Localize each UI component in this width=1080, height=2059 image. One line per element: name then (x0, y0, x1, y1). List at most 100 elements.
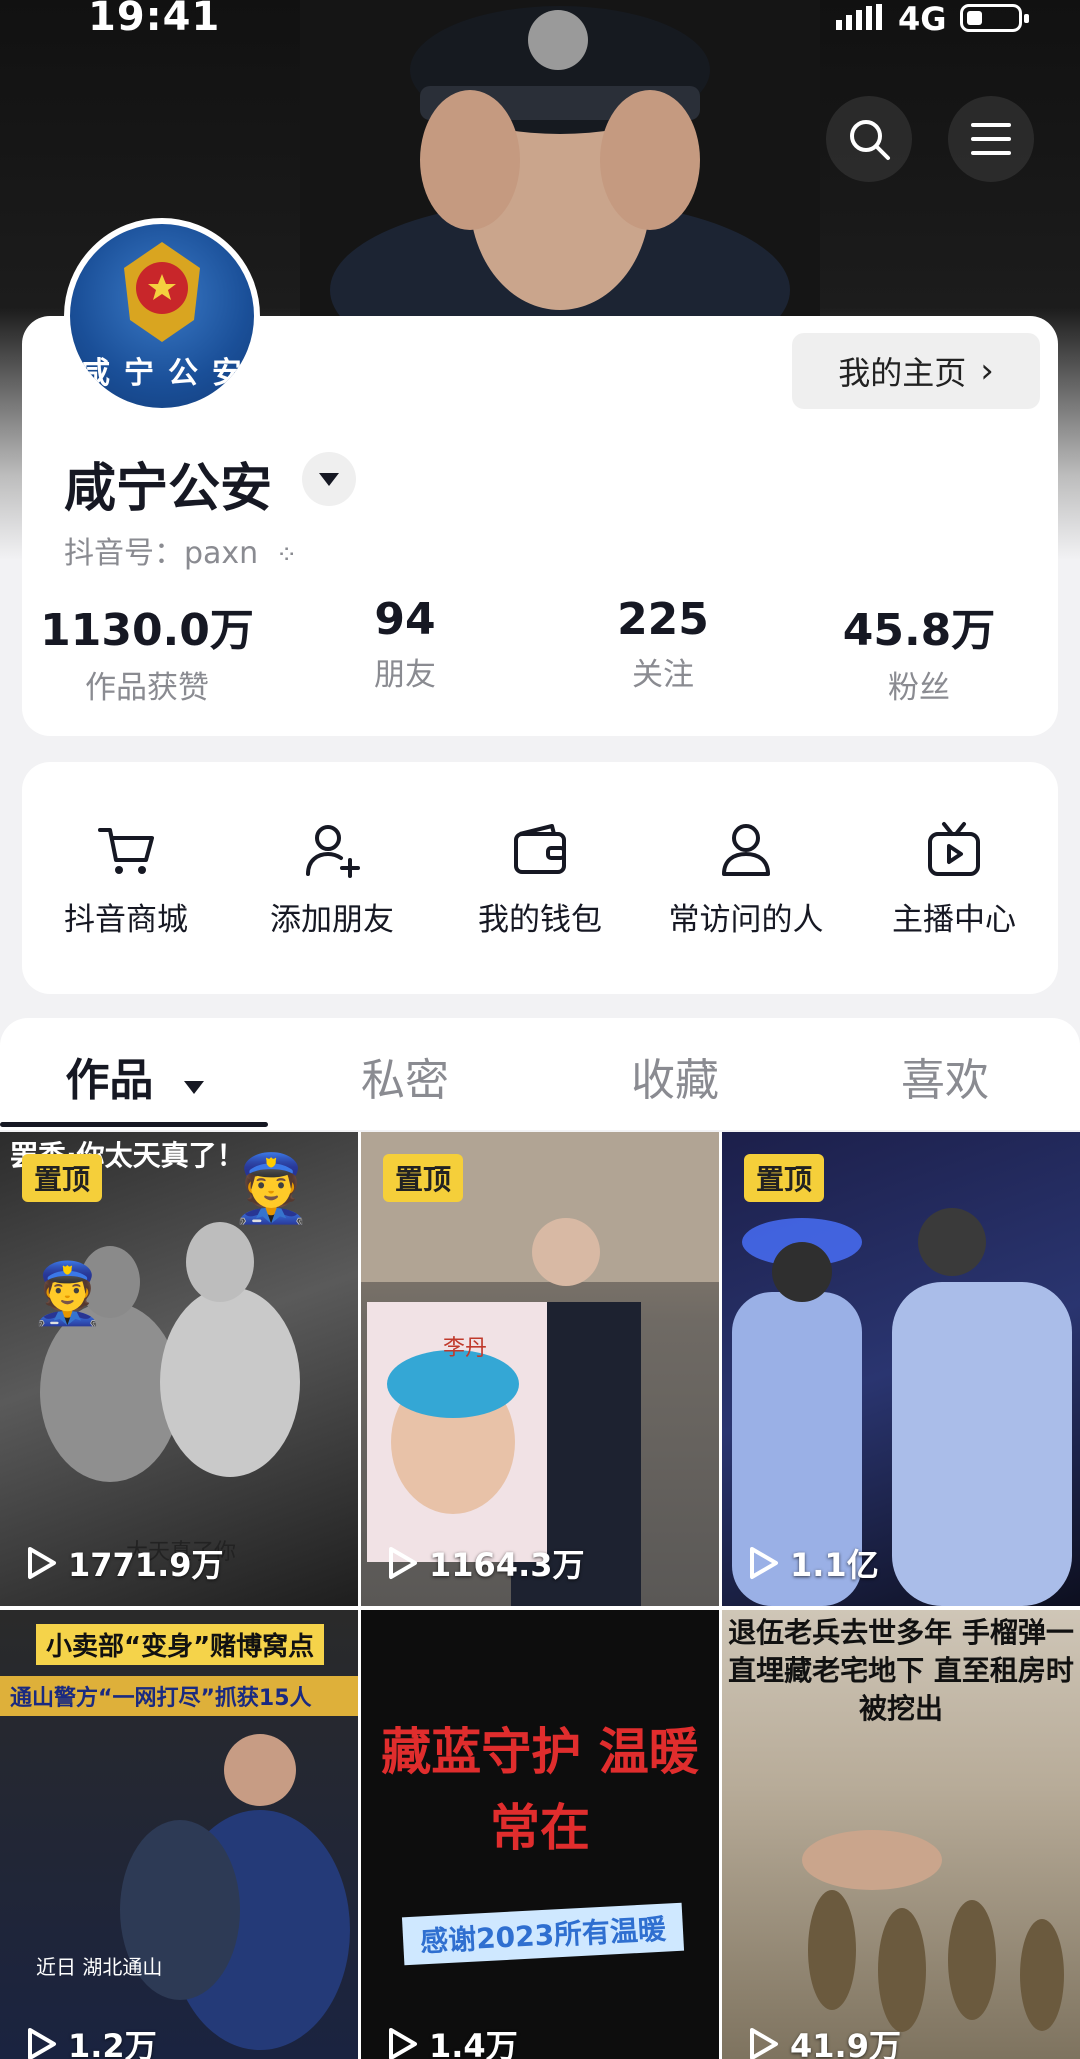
action-label: 我的钱包 (478, 902, 602, 938)
action-mall[interactable]: 抖音商城 (26, 818, 226, 939)
view-count-text: 41.9万 (790, 2027, 901, 2059)
menu-icon (971, 123, 1011, 155)
stat-value: 45.8万 (842, 605, 996, 656)
stat-value: 225 (617, 594, 709, 645)
action-frequent-visitors[interactable]: 常访问的人 (646, 818, 846, 939)
action-add-friend[interactable]: 添加朋友 (232, 818, 432, 939)
stat-following[interactable]: 225 关注 (548, 594, 778, 694)
stat-likes[interactable]: 1130.0万 作品获赞 (32, 594, 262, 707)
play-icon (750, 2028, 778, 2059)
triangle-down-icon (183, 1081, 204, 1094)
view-count-text: 1771.9万 (68, 1546, 224, 1584)
cart-icon (98, 828, 154, 874)
action-label: 抖音商城 (64, 902, 188, 938)
stat-label: 作品获赞 (85, 670, 209, 706)
avatar[interactable]: 咸宁公安 (64, 218, 260, 414)
stat-label: 关注 (632, 657, 694, 693)
video-tile[interactable]: 藏蓝守护 温暖常在 感谢2023所有温暖 1.4万 (361, 1610, 719, 2059)
video-thumbnail (120, 1734, 350, 2050)
add-friend-icon (306, 825, 360, 878)
wallet-icon (514, 824, 566, 874)
search-button[interactable] (826, 96, 912, 182)
video-tile[interactable]: 退伍老兵去世多年 手榴弹一直埋藏老宅地下 直至租房时被挖出 41.9万 (722, 1610, 1080, 2059)
signal-icon (836, 4, 882, 30)
tab-favorites[interactable]: 收藏 (540, 1044, 810, 1108)
view-count: 1164.3万 (387, 1540, 585, 1586)
view-count: 41.9万 (748, 2021, 901, 2059)
stat-value: 1130.0万 (40, 605, 254, 656)
video-thumbnail (802, 1830, 1064, 2032)
video-tile[interactable]: 小卖部“变身”赌博窝点 通山警方“一网打尽”抓获15人 近日 湖北通山 1.2万 (0, 1610, 358, 2059)
avatar-text: 咸宁公安 (80, 356, 256, 391)
stat-label: 粉丝 (888, 670, 950, 706)
douyin-id: 抖音号：paxn ⁘ (64, 528, 298, 572)
live-tv-icon (928, 822, 980, 876)
profile-screen: 19:41 4G 咸宁公安 我的主页 › 咸宁公安 抖音号：paxn ⁘ 113… (0, 0, 1080, 2059)
stat-value: 94 (374, 594, 436, 645)
view-count-text: 1.2万 (68, 2027, 157, 2059)
action-label: 添加朋友 (270, 902, 394, 938)
triangle-down-icon (319, 473, 339, 486)
battery-icon (960, 4, 1029, 32)
police-emoji-icon: 👮 (230, 1150, 313, 1227)
pinned-badge: 置顶 (383, 1154, 464, 1202)
action-label: 常访问的人 (668, 902, 824, 938)
tab-label: 收藏 (631, 1055, 719, 1106)
tab-label: 喜欢 (901, 1055, 989, 1106)
video-grid: 罢秀·你太天真了！ 👮 👮 置顶 大天真了你 1771.9万 置顶 李丹 116… (0, 1132, 1080, 2059)
menu-button[interactable] (948, 96, 1034, 182)
video-caption: 近日 湖北通山 (36, 1955, 163, 1979)
video-caption: 李丹 (443, 1336, 488, 1361)
play-icon (389, 1547, 417, 1579)
network-type: 4G (898, 0, 947, 38)
play-icon (28, 2028, 56, 2059)
action-wallet[interactable]: 我的钱包 (440, 818, 640, 939)
video-tile[interactable]: 置顶 1.1亿 (722, 1132, 1080, 1606)
play-icon (750, 1547, 778, 1579)
quick-actions: 抖音商城 添加朋友 我的钱包 常访问的人 主播中心 (22, 762, 1058, 994)
status-time: 19:41 (88, 0, 221, 40)
view-count: 1771.9万 (26, 1540, 224, 1586)
person-icon (722, 824, 770, 876)
video-thumbnail (361, 1132, 719, 1606)
play-icon (28, 1547, 56, 1579)
pinned-badge: 置顶 (22, 1154, 103, 1202)
video-thumbnail (732, 1208, 1072, 1606)
video-title: 藏蓝守护 温暖常在 (381, 1722, 699, 1857)
video-tile[interactable]: 置顶 李丹 1164.3万 (361, 1132, 719, 1606)
stat-label: 朋友 (374, 657, 436, 693)
view-count: 1.2万 (26, 2021, 157, 2059)
profile-stats: 1130.0万 作品获赞 94 朋友 225 关注 45.8万 粉丝 (22, 594, 1058, 714)
status-bar: 19:41 4G (0, 0, 1080, 40)
view-count-text: 1.1亿 (790, 1546, 879, 1584)
video-subtitle: 感谢2023所有温暖 (401, 1902, 685, 1966)
pinned-badge: 置顶 (744, 1154, 825, 1202)
action-streamer-center[interactable]: 主播中心 (854, 818, 1054, 939)
tab-label: 私密 (361, 1055, 449, 1106)
police-emoji-icon: 👮 (30, 1259, 105, 1329)
chevron-right-icon: › (980, 351, 994, 391)
my-home-label: 我的主页 (838, 354, 967, 392)
account-switch-button[interactable] (302, 452, 356, 506)
stat-friends[interactable]: 94 朋友 (290, 594, 520, 694)
view-count-text: 1.4万 (429, 2027, 518, 2059)
content-tabs: 作品 私密 收藏 喜欢 (0, 1018, 1080, 1130)
view-count: 1.4万 (387, 2021, 518, 2059)
banner-officer-image (300, 0, 820, 330)
action-label: 主播中心 (892, 902, 1016, 938)
view-count: 1.1亿 (748, 1540, 879, 1586)
video-tile[interactable]: 罢秀·你太天真了！ 👮 👮 置顶 大天真了你 1771.9万 (0, 1132, 358, 1606)
stat-followers[interactable]: 45.8万 粉丝 (804, 594, 1034, 707)
douyin-id-text: 抖音号：paxn (64, 536, 259, 571)
my-home-button[interactable]: 我的主页 › (792, 333, 1040, 409)
search-icon (850, 120, 890, 160)
tab-label: 作品 (65, 1055, 154, 1106)
play-icon (389, 2028, 417, 2059)
tab-works[interactable]: 作品 (0, 1044, 270, 1108)
profile-name: 咸宁公安 (64, 459, 273, 519)
active-tab-indicator (0, 1122, 268, 1127)
qr-code-icon[interactable]: ⁘ (276, 540, 298, 570)
view-count-text: 1164.3万 (429, 1546, 585, 1584)
tab-private[interactable]: 私密 (270, 1044, 540, 1108)
tab-likes[interactable]: 喜欢 (810, 1044, 1080, 1108)
